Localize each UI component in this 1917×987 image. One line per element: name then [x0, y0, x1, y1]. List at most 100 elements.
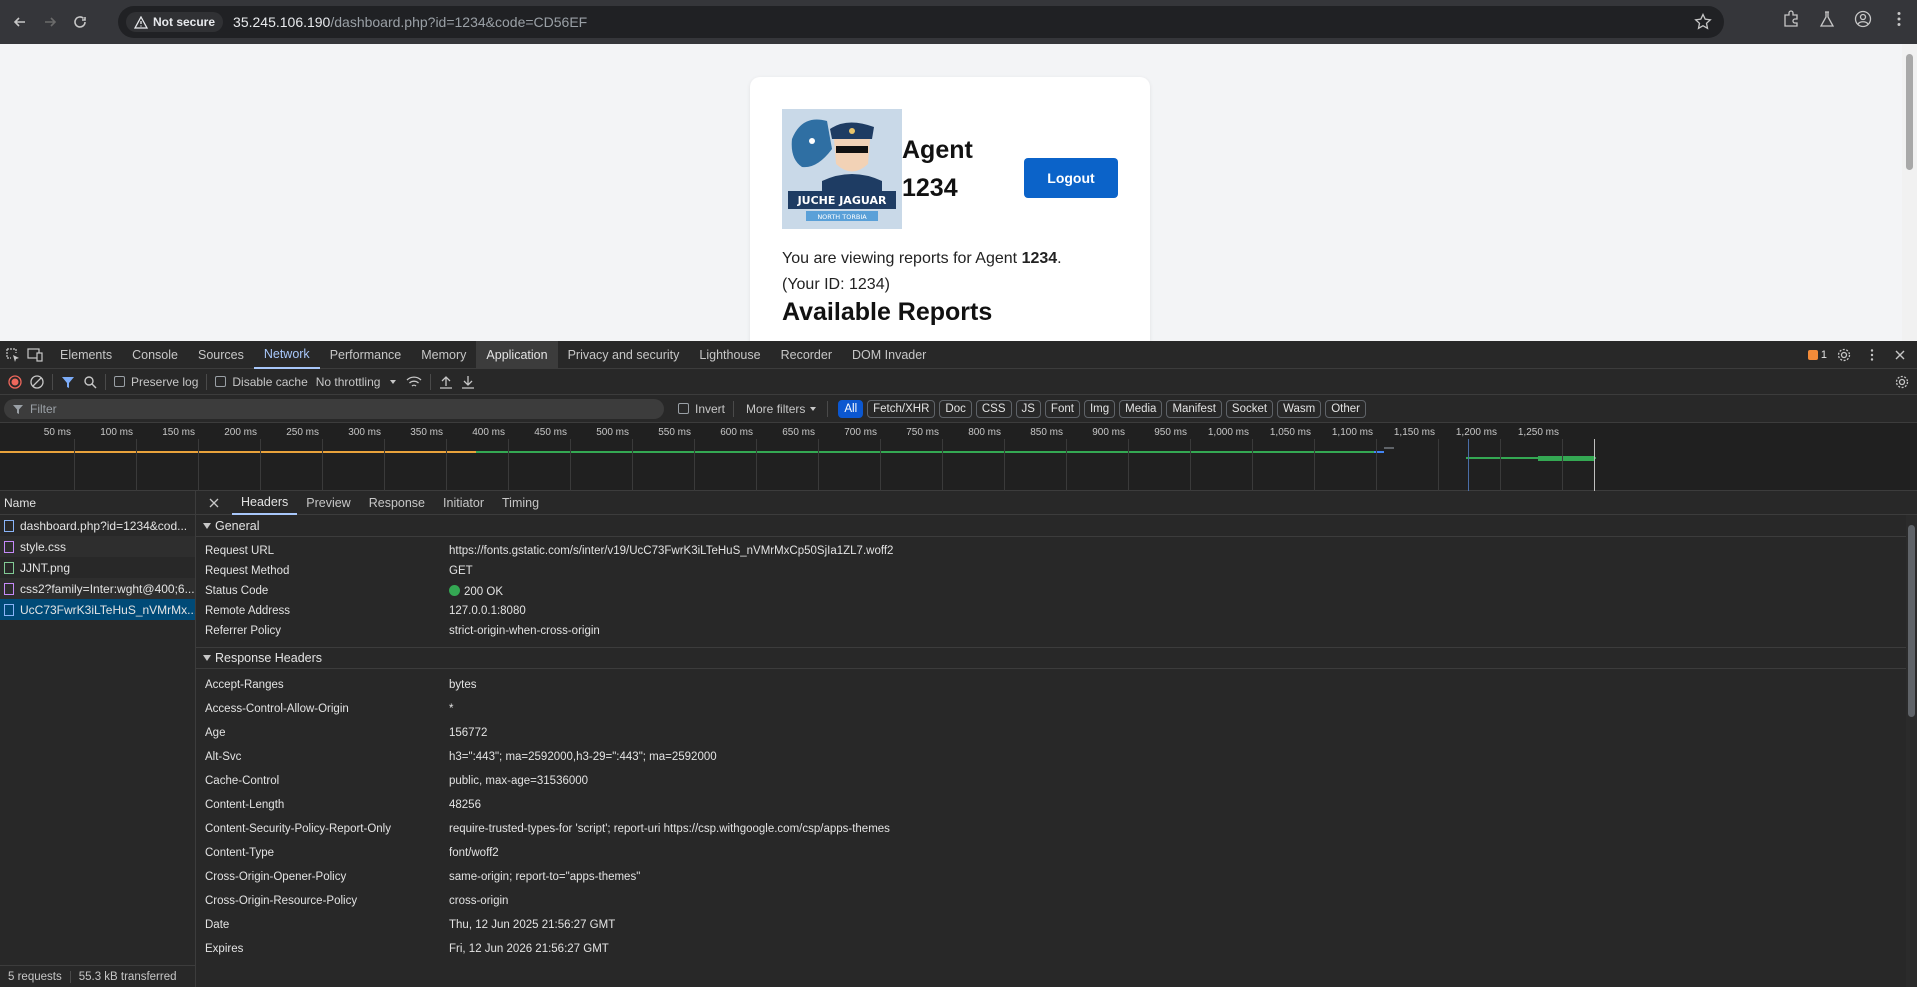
timeline-gridline — [1004, 439, 1005, 491]
invert-checkbox[interactable]: Invert — [678, 402, 725, 416]
timeline-gridline — [198, 439, 199, 491]
filter-chip-other[interactable]: Other — [1325, 399, 1366, 418]
tab-performance[interactable]: Performance — [320, 341, 412, 369]
timeline-gridline — [260, 439, 261, 491]
devtools-actions: 1 — [1807, 344, 1911, 366]
tab-elements[interactable]: Elements — [50, 341, 122, 369]
throttling-select[interactable]: No throttling — [316, 375, 399, 389]
svg-text:JUCHE JAGUAR: JUCHE JAGUAR — [797, 194, 887, 207]
gear-icon — [1895, 375, 1909, 388]
detail-tab-response[interactable]: Response — [360, 491, 434, 515]
status-ok-icon — [449, 584, 460, 596]
preserve-log-checkbox[interactable]: Preserve log — [114, 375, 198, 389]
bookmark-star-button[interactable] — [1694, 12, 1712, 36]
filter-chip-doc[interactable]: Doc — [939, 399, 972, 418]
network-settings-button[interactable] — [1895, 375, 1909, 389]
filter-chip-js[interactable]: JS — [1015, 399, 1041, 418]
filter-chip-media[interactable]: Media — [1119, 399, 1163, 418]
tab-memory[interactable]: Memory — [411, 341, 476, 369]
timeline-tick-label: 800 ms — [968, 427, 1001, 438]
detail-tab-preview[interactable]: Preview — [297, 491, 359, 515]
checkbox-box[interactable] — [678, 403, 689, 414]
header-name: Status Code — [205, 585, 269, 597]
device-toolbar-button[interactable] — [24, 344, 46, 366]
request-row[interactable]: css2?family=Inter:wght@400;6... — [0, 578, 195, 599]
request-row[interactable]: UcC73FwrK3iLTeHuS_nVMrMx... — [0, 599, 195, 620]
inspect-element-button[interactable] — [2, 344, 24, 366]
filter-input[interactable]: Filter — [4, 398, 664, 419]
header-name: Accept-Ranges — [205, 679, 284, 691]
general-section-toggle[interactable]: General — [196, 515, 1917, 537]
url-text[interactable]: 35.245.106.190/dashboard.php?id=1234&cod… — [233, 14, 587, 30]
filter-chip-wasm[interactable]: Wasm — [1277, 399, 1322, 418]
response-headers: Accept-Ranges bytes Access-Control-Allow-O… — [196, 669, 1917, 961]
timeline-marker-load — [1594, 439, 1595, 491]
page-scrollbar[interactable] — [1902, 44, 1917, 341]
header-value: public, max-age=31536000 — [449, 775, 589, 787]
puzzle-icon — [1784, 10, 1798, 27]
timeline-gridline — [632, 439, 633, 491]
disable-cache-checkbox[interactable]: Disable cache — [215, 375, 308, 389]
labs-button[interactable] — [1809, 10, 1845, 28]
export-har-button[interactable] — [461, 375, 475, 389]
network-conditions-button[interactable] — [406, 375, 422, 389]
detail-tab-headers[interactable]: Headers — [232, 491, 298, 515]
tab-dom-invader[interactable]: DOM Invader — [842, 341, 936, 369]
profile-button[interactable] — [1845, 10, 1881, 28]
detail-tab-initiator[interactable]: Initiator — [434, 491, 493, 515]
response-headers-toggle[interactable]: Response Headers — [196, 647, 1917, 669]
tab-recorder[interactable]: Recorder — [771, 341, 842, 369]
record-button[interactable] — [8, 374, 22, 389]
page-scrollbar-thumb[interactable] — [1906, 54, 1913, 170]
back-button[interactable] — [8, 10, 32, 34]
request-row[interactable]: dashboard.php?id=1234&cod... — [0, 515, 195, 536]
header-name: Content-Security-Policy-Report-Only — [205, 823, 391, 835]
devtools-menu-button[interactable] — [1861, 344, 1883, 366]
browser-menu-button[interactable] — [1881, 10, 1917, 28]
file-type-icon — [4, 519, 14, 532]
network-overview-timeline[interactable]: 50 ms 100 ms 150 ms 200 ms 250 ms 300 ms 350 m… — [0, 423, 1917, 491]
tab-console[interactable]: Console — [122, 341, 188, 369]
tab-application[interactable]: Application — [476, 340, 558, 369]
request-row[interactable]: JJNT.png — [0, 557, 195, 578]
filter-chip-font[interactable]: Font — [1044, 399, 1080, 418]
filter-chip-css[interactable]: CSS — [975, 399, 1012, 418]
devtools-settings-button[interactable] — [1833, 344, 1855, 366]
devtools-close-button[interactable] — [1889, 344, 1911, 366]
logo-image: JUCHE JAGUAR NORTH TORBIA — [782, 109, 902, 229]
detail-tab-timing[interactable]: Timing — [493, 491, 548, 515]
reload-button[interactable] — [68, 10, 92, 34]
filter-chip-img[interactable]: Img — [1083, 399, 1116, 418]
detail-scrollbar[interactable] — [1906, 515, 1917, 987]
juche-jaguar-logo: JUCHE JAGUAR NORTH TORBIA — [782, 109, 902, 229]
preserve-log-label: Preserve log — [131, 374, 199, 389]
tab-privacy-and-security[interactable]: Privacy and security — [558, 341, 690, 369]
extensions-button[interactable] — [1773, 10, 1809, 28]
search-button[interactable] — [83, 375, 97, 389]
name-column-header[interactable]: Name — [0, 491, 195, 515]
detail-scrollbar-thumb[interactable] — [1908, 525, 1915, 717]
logout-button[interactable]: Logout — [1024, 158, 1118, 198]
request-row[interactable]: style.css — [0, 536, 195, 557]
checkbox-box[interactable] — [114, 376, 125, 387]
tab-network[interactable]: Network — [253, 341, 320, 369]
security-indicator[interactable]: Not secure — [126, 12, 224, 32]
address-bar[interactable]: Not secure 35.245.106.190/dashboard.php?… — [118, 6, 1724, 38]
checkbox-box[interactable] — [215, 376, 227, 387]
import-har-button[interactable] — [439, 375, 453, 389]
issues-badge[interactable]: 1 — [1807, 349, 1827, 361]
filter-toggle-button[interactable] — [61, 375, 75, 389]
filter-chip-fetch-xhr[interactable]: Fetch/XHR — [867, 399, 936, 418]
clear-button[interactable] — [30, 374, 44, 389]
filter-chip-socket[interactable]: Socket — [1225, 399, 1274, 418]
devtools-panel: Elements Console Sources Network Performance… — [0, 340, 1917, 987]
close-detail-button[interactable] — [196, 498, 232, 508]
more-filters-dropdown[interactable]: More filters — [746, 402, 819, 416]
forward-button[interactable] — [38, 10, 62, 34]
timeline-gridline — [1500, 439, 1501, 491]
header-row: Alt-Svc h3=":443"; ma=2592000,h3-29=":443… — [196, 745, 1917, 769]
filter-chip-manifest[interactable]: Manifest — [1166, 399, 1222, 418]
filter-chip-all[interactable]: All — [838, 399, 864, 418]
tab-lighthouse[interactable]: Lighthouse — [689, 341, 770, 369]
tab-sources[interactable]: Sources — [188, 341, 254, 369]
